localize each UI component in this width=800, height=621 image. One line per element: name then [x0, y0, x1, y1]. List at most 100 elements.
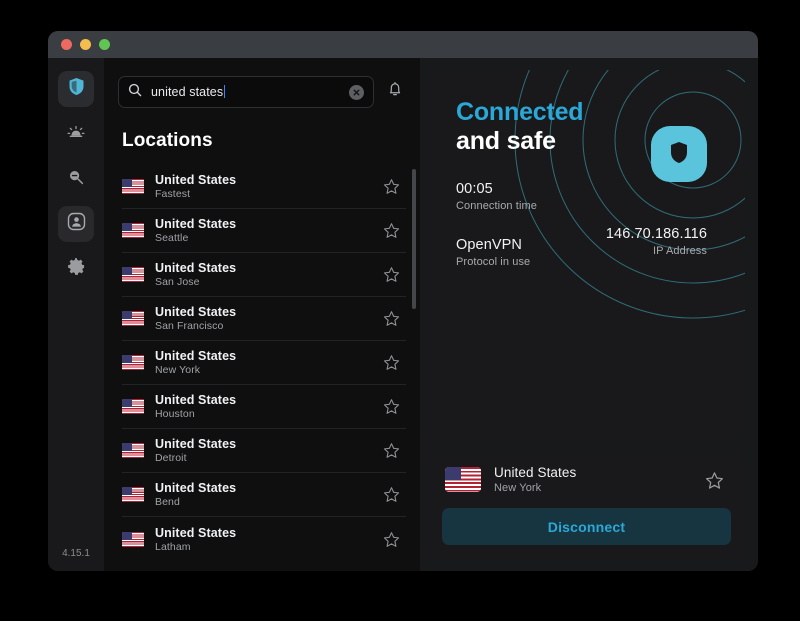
- favorite-star-icon[interactable]: [383, 178, 400, 195]
- favorite-star-icon[interactable]: [383, 531, 400, 548]
- status-panel: Connected and safe 00:05 Connection time…: [420, 58, 758, 571]
- list-item-city: New York: [155, 364, 372, 376]
- disconnect-button[interactable]: Disconnect: [442, 508, 731, 545]
- list-item-country: United States: [155, 526, 372, 540]
- list-item-text: United StatesFastest: [155, 173, 372, 200]
- list-item[interactable]: United StatesSan Francisco: [122, 297, 406, 341]
- favorite-star-icon[interactable]: [383, 398, 400, 415]
- list-item[interactable]: United StatesHouston: [122, 385, 406, 429]
- favorite-star-icon[interactable]: [705, 471, 722, 488]
- flag-icon-us: [122, 355, 144, 370]
- protocol-value: OpenVPN: [456, 237, 745, 253]
- list-item-text: United StatesDetroit: [155, 437, 372, 464]
- favorite-star-icon[interactable]: [383, 310, 400, 327]
- list-item-country: United States: [155, 437, 372, 451]
- active-connection-city: New York: [494, 482, 692, 494]
- flag-icon-us: [122, 443, 144, 458]
- favorite-star-icon[interactable]: [383, 354, 400, 371]
- list-item-country: United States: [155, 217, 372, 231]
- list-item-text: United StatesBend: [155, 481, 372, 508]
- list-item-city: Fastest: [155, 188, 372, 200]
- locations-list: United StatesFastestUnited StatesSeattle…: [104, 165, 420, 561]
- list-item-text: United StatesHouston: [155, 393, 372, 420]
- app-window: 4.15.1 united states: [48, 31, 758, 571]
- flag-icon-us-large: [445, 467, 481, 492]
- list-item-text: United StatesNew York: [155, 349, 372, 376]
- list-item-city: Seattle: [155, 232, 372, 244]
- list-item-text: United StatesSeattle: [155, 217, 372, 244]
- flag-icon-us: [122, 399, 144, 414]
- list-item[interactable]: United StatesLatham: [122, 517, 406, 561]
- flag-canton: [122, 179, 132, 187]
- flag-canton: [122, 223, 132, 231]
- list-item-city: Bend: [155, 496, 372, 508]
- connection-status-card: Connected and safe 00:05 Connection time…: [428, 70, 745, 443]
- clear-search-button[interactable]: [349, 85, 364, 100]
- list-item-city: San Jose: [155, 276, 372, 288]
- sidebar-item-account[interactable]: [58, 206, 94, 242]
- list-item-country: United States: [155, 481, 372, 495]
- list-item[interactable]: United StatesDetroit: [122, 429, 406, 473]
- list-item-text: United StatesLatham: [155, 526, 372, 553]
- list-item[interactable]: United StatesSeattle: [122, 209, 406, 253]
- favorite-star-icon[interactable]: [383, 222, 400, 239]
- favorite-star-icon[interactable]: [383, 266, 400, 283]
- title-bar: [48, 31, 758, 58]
- list-item[interactable]: United StatesNew York: [122, 341, 406, 385]
- list-item[interactable]: United StatesFastest: [122, 165, 406, 209]
- app-version: 4.15.1: [48, 548, 104, 559]
- sidebar-item-vpn[interactable]: [58, 71, 94, 107]
- active-connection-row: United States New York: [442, 465, 731, 494]
- list-item-city: Houston: [155, 408, 372, 420]
- active-connection-country: United States: [494, 465, 692, 480]
- search-icon: [128, 83, 142, 102]
- list-item-city: Latham: [155, 541, 372, 553]
- gear-icon: [67, 257, 86, 281]
- list-item[interactable]: United StatesSan Jose: [122, 253, 406, 297]
- favorite-star-icon[interactable]: [383, 486, 400, 503]
- flag-canton: [122, 399, 132, 407]
- sidebar: 4.15.1: [48, 58, 104, 571]
- flag-icon-us: [122, 223, 144, 238]
- list-item-text: United StatesSan Francisco: [155, 305, 372, 332]
- connection-time-label: Connection time: [456, 200, 616, 212]
- flag-icon-us: [122, 532, 144, 547]
- list-item-country: United States: [155, 349, 372, 363]
- search-value: united states: [151, 85, 340, 99]
- list-item-country: United States: [155, 393, 372, 407]
- window-body: 4.15.1 united states: [48, 58, 758, 571]
- flag-canton: [445, 467, 461, 480]
- flag-canton: [122, 267, 132, 275]
- list-item-country: United States: [155, 305, 372, 319]
- close-window-button[interactable]: [61, 39, 72, 50]
- protocol-block: OpenVPN Protocol in use: [456, 237, 745, 268]
- list-scrollbar[interactable]: [412, 169, 416, 309]
- list-item-city: Detroit: [155, 452, 372, 464]
- locations-list-wrapper: United StatesFastestUnited StatesSeattle…: [104, 165, 420, 571]
- minimize-window-button[interactable]: [80, 39, 91, 50]
- flag-canton: [122, 487, 132, 495]
- notifications-button[interactable]: [384, 81, 406, 103]
- status-primary-text: Connected: [456, 98, 745, 127]
- list-item-country: United States: [155, 173, 372, 187]
- flag-canton: [122, 311, 132, 319]
- alarm-icon: [66, 122, 86, 147]
- search-input[interactable]: united states: [118, 76, 374, 108]
- flag-icon-us: [122, 487, 144, 502]
- text-caret: [224, 85, 225, 98]
- locations-panel: united states: [104, 58, 420, 571]
- sidebar-item-alerts[interactable]: [58, 116, 94, 152]
- maximize-window-button[interactable]: [99, 39, 110, 50]
- list-item-city: San Francisco: [155, 320, 372, 332]
- sidebar-item-settings[interactable]: [58, 251, 94, 287]
- flag-canton: [122, 532, 132, 540]
- favorite-star-icon[interactable]: [383, 442, 400, 459]
- sidebar-item-scan[interactable]: [58, 161, 94, 197]
- page-title: Locations: [104, 108, 420, 165]
- active-connection-card: United States New York Disconnect: [428, 452, 745, 558]
- scan-icon: [66, 167, 86, 192]
- account-icon: [67, 212, 86, 236]
- list-item[interactable]: United StatesBend: [122, 473, 406, 517]
- flag-canton: [122, 355, 132, 363]
- flag-icon-us: [122, 179, 144, 194]
